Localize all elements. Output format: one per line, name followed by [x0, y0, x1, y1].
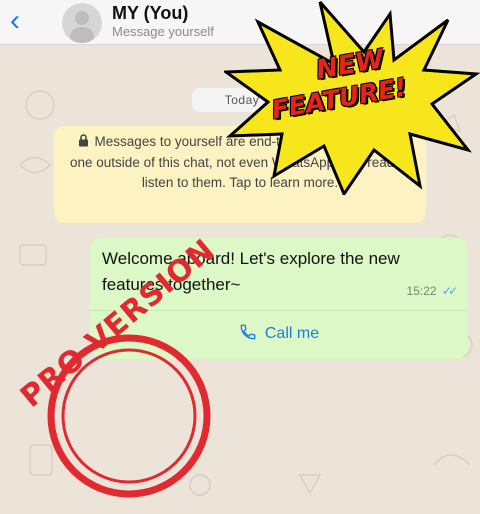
double-check-icon: ✓✓	[441, 284, 458, 298]
call-me-label: Call me	[264, 325, 320, 342]
message-time: 15:22	[406, 284, 437, 298]
contact-subtitle: Message yourself	[112, 24, 214, 39]
contact-name[interactable]: MY (You)	[112, 3, 188, 24]
lock-icon	[78, 134, 88, 147]
phone-icon	[240, 324, 256, 340]
back-button[interactable]: ‹	[4, 6, 26, 36]
chevron-left-icon: ‹	[10, 4, 20, 37]
avatar[interactable]	[62, 3, 102, 43]
message-meta: 15:22 ✓✓	[406, 284, 459, 298]
